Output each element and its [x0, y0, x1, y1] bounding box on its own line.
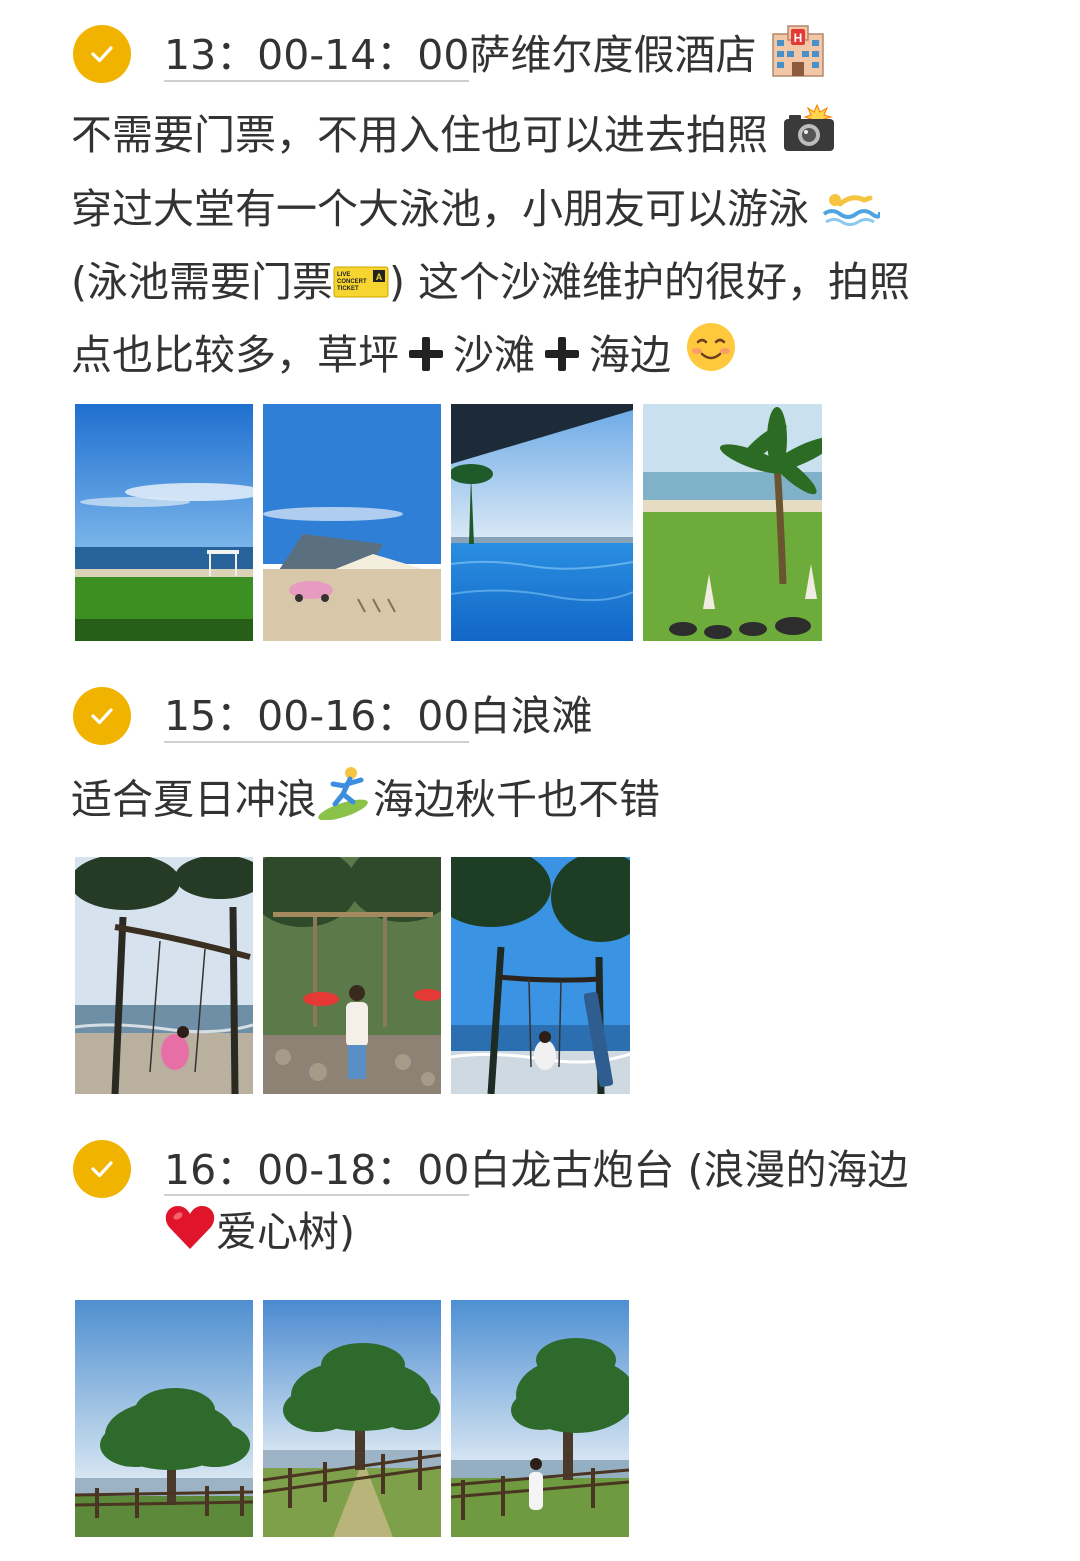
- description-line: 点也比较多，草坪: [71, 330, 399, 379]
- beach-grass-shelter-photo[interactable]: [75, 404, 253, 641]
- plus-icon: [543, 335, 581, 373]
- section-heading: 16：00-18：00白龙古炮台 (浪漫的海边 爱心树): [164, 1139, 909, 1268]
- infinity-pool-photo[interactable]: [451, 404, 633, 641]
- check-icon: [73, 687, 131, 745]
- description-line: 穿过大堂有一个大泳池，小朋友可以游泳: [71, 184, 809, 233]
- swing-stone-wall-photo[interactable]: [263, 857, 441, 1094]
- section-time: 13：00-14：00: [164, 31, 470, 82]
- check-icon: [73, 1140, 131, 1198]
- heart-tree-photo-3[interactable]: [451, 1300, 629, 1537]
- red-heart-icon: [164, 1203, 216, 1268]
- description-line: 不需要门票，不用入住也可以进去拍照: [71, 111, 768, 159]
- heart-tree-photo-1[interactable]: [75, 1300, 253, 1537]
- description-line: 海边: [589, 330, 671, 379]
- section-place: 白浪滩: [469, 692, 593, 740]
- swing-sea-photo[interactable]: [75, 857, 253, 1094]
- section-time: 15：00-16：00: [164, 692, 470, 743]
- description-line: (泳池需要门票: [71, 257, 333, 306]
- swing-blue-sky-photo[interactable]: [451, 857, 630, 1094]
- ticket-text: CONCERT: [337, 279, 367, 285]
- camera-flash-icon: [781, 103, 839, 174]
- camping-tent-beetle-car-photo[interactable]: [263, 404, 441, 641]
- plus-icon: [407, 335, 445, 373]
- description-line: 沙滩: [453, 330, 535, 379]
- check-icon: [73, 25, 131, 83]
- svg-text:H: H: [793, 31, 802, 45]
- ticket-text: LIVE: [337, 272, 350, 278]
- description-line: 海边秋千也不错: [373, 775, 660, 824]
- section-place: 爱心树): [216, 1208, 355, 1256]
- ticket-text: A: [376, 272, 383, 282]
- section-heading: 15：00-16：00白浪滩: [164, 688, 592, 744]
- section-time: 16：00-18：00: [164, 1146, 470, 1196]
- lawn-palm-tree-photo[interactable]: [643, 404, 822, 641]
- section-place: 白龙古炮台 (浪漫的海边: [469, 1146, 909, 1194]
- section-description: 适合夏日冲浪 海边秋千也不错: [71, 764, 660, 841]
- section-description: 不需要门票，不用入住也可以进去拍照 穿过大堂有一个大泳池，小朋友可以游泳 (泳池…: [71, 100, 910, 395]
- section-heading: 13：00-14：00萨维尔度假酒店 H: [164, 24, 826, 92]
- ticket-icon: LIVE CONCERT TICKET A: [333, 250, 389, 320]
- description-line: 适合夏日冲浪: [71, 775, 317, 824]
- smiling-face-icon: [684, 320, 738, 395]
- surfer-icon: [317, 764, 373, 841]
- swimmer-icon: [822, 177, 883, 247]
- heart-tree-photo-2[interactable]: [263, 1300, 441, 1537]
- ticket-text: TICKET: [337, 286, 359, 292]
- section-place: 萨维尔度假酒店: [469, 31, 757, 79]
- description-line: ) 这个沙滩维护的很好，拍照: [389, 257, 911, 306]
- hotel-icon: H: [770, 24, 826, 92]
